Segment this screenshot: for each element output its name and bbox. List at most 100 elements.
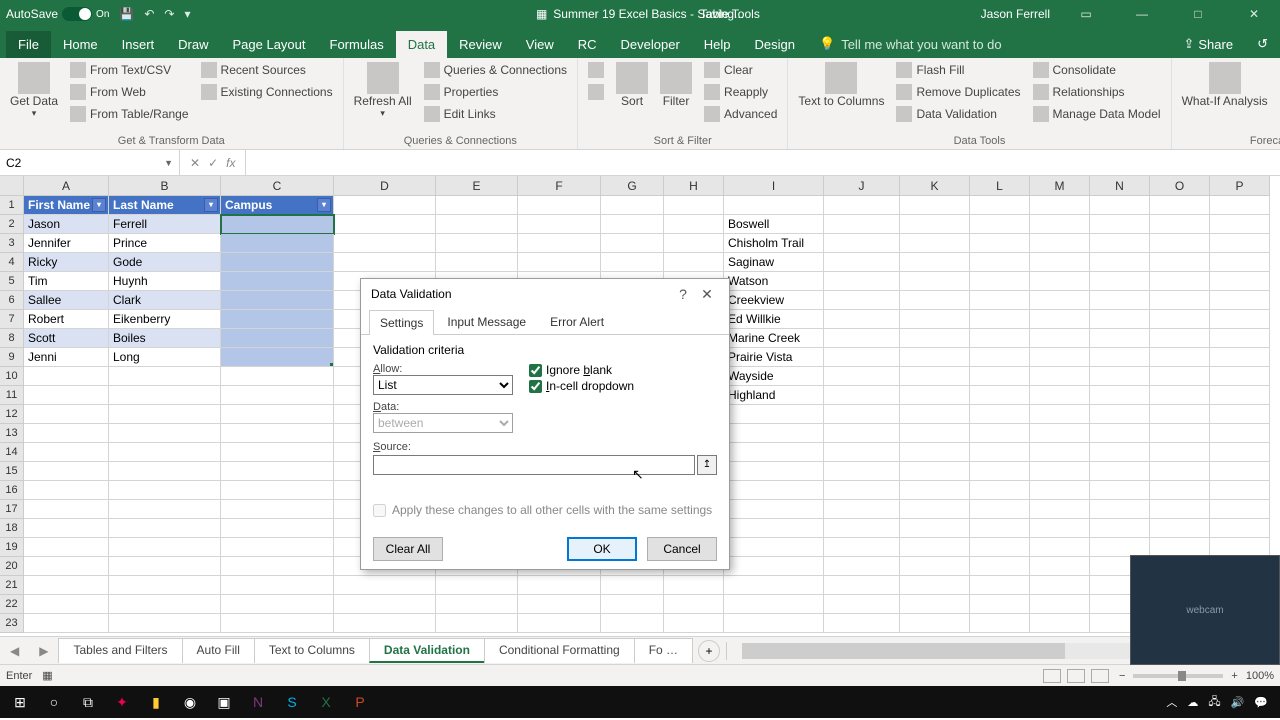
cell[interactable]	[436, 234, 518, 253]
cell[interactable]	[724, 614, 824, 633]
cell[interactable]	[970, 329, 1030, 348]
cell[interactable]	[221, 348, 334, 367]
cell[interactable]	[1150, 443, 1210, 462]
cell[interactable]	[664, 595, 724, 614]
consolidate[interactable]: Consolidate	[1029, 60, 1165, 80]
cell[interactable]	[221, 424, 334, 443]
cell[interactable]	[900, 196, 970, 215]
autosave-toggle[interactable]: AutoSave On	[6, 7, 109, 21]
cell[interactable]	[1210, 519, 1270, 538]
cell[interactable]	[824, 614, 900, 633]
cell[interactable]: Creekview	[724, 291, 824, 310]
cell[interactable]	[1210, 234, 1270, 253]
cell[interactable]	[970, 215, 1030, 234]
cell[interactable]	[724, 405, 824, 424]
cell[interactable]	[970, 595, 1030, 614]
cell[interactable]	[824, 443, 900, 462]
text-to-columns-button[interactable]: Text to Columns	[794, 60, 888, 110]
system-tray[interactable]: ︿ ☁ 🖧 🔊 💬	[1166, 693, 1276, 712]
cell[interactable]	[824, 557, 900, 576]
cell[interactable]: Ricky	[24, 253, 109, 272]
cell[interactable]	[970, 481, 1030, 500]
data-validation-button[interactable]: Data Validation	[892, 104, 1024, 124]
cell[interactable]	[109, 538, 221, 557]
cell[interactable]	[1030, 386, 1090, 405]
row-header[interactable]: 12	[0, 405, 24, 424]
cell[interactable]	[1090, 310, 1150, 329]
cell[interactable]	[970, 234, 1030, 253]
volume-icon[interactable]: 🔊	[1231, 696, 1245, 709]
cell[interactable]	[1150, 272, 1210, 291]
cell[interactable]: Marine Creek	[724, 329, 824, 348]
cell[interactable]	[334, 253, 436, 272]
cell[interactable]	[1030, 196, 1090, 215]
cell[interactable]	[664, 196, 724, 215]
cell[interactable]	[724, 462, 824, 481]
cell[interactable]	[24, 367, 109, 386]
reapply-filter[interactable]: Reapply	[700, 82, 781, 102]
cell[interactable]	[824, 519, 900, 538]
cell[interactable]	[900, 405, 970, 424]
cell[interactable]: Robert	[24, 310, 109, 329]
cell[interactable]	[1030, 253, 1090, 272]
row-header[interactable]: 23	[0, 614, 24, 633]
cell[interactable]	[1090, 519, 1150, 538]
cell[interactable]	[1030, 329, 1090, 348]
column-header[interactable]: K	[900, 176, 970, 196]
column-header[interactable]: N	[1090, 176, 1150, 196]
cell[interactable]	[970, 462, 1030, 481]
cell[interactable]	[1210, 424, 1270, 443]
row-header[interactable]: 16	[0, 481, 24, 500]
cell[interactable]	[436, 595, 518, 614]
cell[interactable]	[24, 462, 109, 481]
sheet-tab[interactable]: Fo …	[634, 638, 693, 663]
cell[interactable]	[601, 234, 664, 253]
cell[interactable]	[1210, 462, 1270, 481]
cell[interactable]: Boiles	[109, 329, 221, 348]
cell[interactable]	[900, 215, 970, 234]
sheet-tab[interactable]: Tables and Filters	[58, 638, 182, 663]
cell[interactable]: Wayside	[724, 367, 824, 386]
cell[interactable]	[221, 215, 334, 234]
cell[interactable]	[1090, 253, 1150, 272]
zoom-level[interactable]: 100%	[1246, 670, 1274, 682]
cell[interactable]	[1030, 367, 1090, 386]
row-header[interactable]: 21	[0, 576, 24, 595]
cell[interactable]	[221, 519, 334, 538]
cell[interactable]	[824, 215, 900, 234]
cell[interactable]: Ferrell	[109, 215, 221, 234]
dialog-tab-settings[interactable]: Settings	[369, 310, 434, 335]
cell[interactable]	[1030, 481, 1090, 500]
clear-all-button[interactable]: Clear All	[373, 537, 443, 561]
cell[interactable]: Tim	[24, 272, 109, 291]
cell[interactable]	[1210, 215, 1270, 234]
refresh-all-button[interactable]: Refresh All▾	[350, 60, 416, 121]
sheet-tab[interactable]: Data Validation	[369, 638, 485, 663]
cell[interactable]	[724, 196, 824, 215]
cell[interactable]: Boswell	[724, 215, 824, 234]
help-icon[interactable]: ?	[671, 286, 695, 302]
cell[interactable]	[1030, 462, 1090, 481]
cell[interactable]	[824, 500, 900, 519]
cell[interactable]	[1090, 481, 1150, 500]
cell[interactable]	[1030, 234, 1090, 253]
cell[interactable]	[109, 481, 221, 500]
cell[interactable]	[664, 576, 724, 595]
row-header[interactable]: 9	[0, 348, 24, 367]
cell[interactable]	[518, 215, 601, 234]
clear-filter[interactable]: Clear	[700, 60, 781, 80]
column-header[interactable]: D	[334, 176, 436, 196]
tab-design[interactable]: Design	[743, 31, 807, 58]
column-header[interactable]: H	[664, 176, 724, 196]
cell[interactable]: Jenni	[24, 348, 109, 367]
column-header[interactable]: F	[518, 176, 601, 196]
range-picker-icon[interactable]: ↥	[697, 455, 717, 475]
zoom-in-icon[interactable]: +	[1231, 670, 1237, 682]
cell[interactable]	[109, 386, 221, 405]
fx-icon[interactable]: fx	[226, 156, 235, 170]
cell[interactable]	[970, 519, 1030, 538]
row-header[interactable]: 18	[0, 519, 24, 538]
cell[interactable]	[824, 253, 900, 272]
cell[interactable]	[1030, 443, 1090, 462]
cell[interactable]	[24, 443, 109, 462]
